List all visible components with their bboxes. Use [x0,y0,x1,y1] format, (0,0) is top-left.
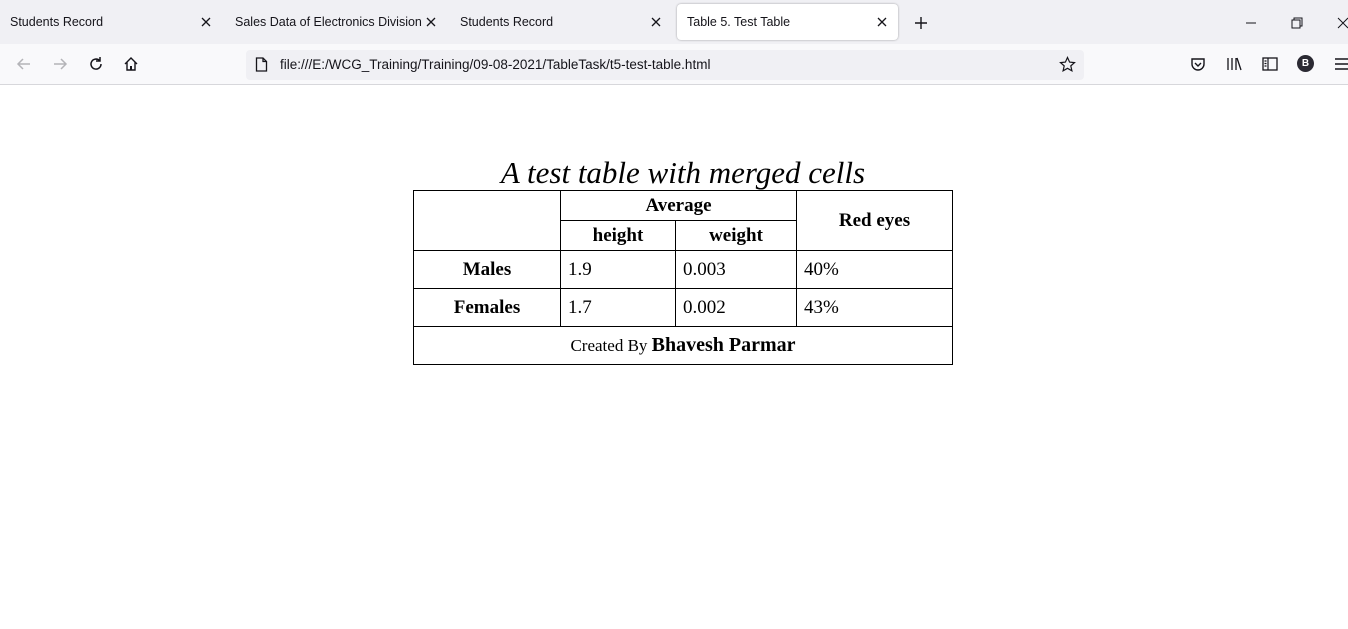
account-avatar[interactable]: B [1297,55,1314,72]
close-icon[interactable] [196,12,216,32]
home-icon[interactable] [120,53,142,75]
table-row: Females 1.7 0.002 43% [413,288,953,327]
restore-icon[interactable] [1286,12,1308,34]
table-caption: A test table with merged cells [500,155,866,190]
minimize-icon[interactable] [1240,12,1262,34]
back-arrow-icon[interactable] [13,53,35,75]
height-cell: 1.9 [560,250,676,289]
pocket-icon[interactable] [1187,53,1209,75]
average-header: Average [560,190,797,221]
footer-prefix: Created By [570,336,648,355]
tab-test-table[interactable]: Table 5. Test Table [677,4,898,40]
address-bar[interactable]: file:///E:/WCG_Training/Training/09-08-2… [246,50,1084,80]
sidebar-icon[interactable] [1259,53,1281,75]
page-file-icon [255,57,268,77]
row-label: Females [413,288,561,327]
table-row: Males 1.9 0.003 40% [413,250,953,289]
star-icon[interactable] [1059,56,1076,78]
red-eyes-cell: 43% [796,288,953,327]
tab-label: Students Record [10,15,104,29]
weight-cell: 0.003 [675,250,797,289]
tab-sales-data[interactable]: Sales Data of Electronics Division [225,4,447,40]
tab-label: Sales Data of Electronics Division [235,15,422,29]
author-name: Bhavesh Parmar [651,334,796,356]
close-window-icon[interactable] [1332,12,1348,34]
tab-students-record-2[interactable]: Students Record [450,4,672,40]
forward-arrow-icon[interactable] [49,53,71,75]
height-header: height [560,220,676,251]
footer-row: Created By Bhavesh Parmar [413,326,953,365]
test-table: Average Red eyes height weight Males 1.9… [413,190,953,365]
weight-cell: 0.002 [675,288,797,327]
red-eyes-cell: 40% [796,250,953,289]
row-label: Males [413,250,561,289]
weight-header: weight [675,220,797,251]
tab-label: Students Record [460,15,554,29]
height-cell: 1.7 [560,288,676,327]
empty-corner-cell [413,190,561,251]
close-icon[interactable] [646,12,666,32]
red-eyes-header: Red eyes [796,190,953,251]
url-text[interactable]: file:///E:/WCG_Training/Training/09-08-2… [280,57,710,72]
close-icon[interactable] [872,12,892,32]
new-tab-icon[interactable] [910,12,932,34]
tab-students-record-1[interactable]: Students Record [0,4,222,40]
tab-strip: Students Record Sales Data of Electronic… [0,0,1348,44]
menu-icon[interactable] [1331,53,1348,75]
reload-icon[interactable] [85,53,107,75]
navigation-toolbar: file:///E:/WCG_Training/Training/09-08-2… [0,44,1348,85]
tab-label: Table 5. Test Table [687,15,791,29]
close-icon[interactable] [421,12,441,32]
footer-cell: Created By Bhavesh Parmar [413,326,953,365]
header-row-1: Average Red eyes [413,190,953,251]
library-icon[interactable] [1223,53,1245,75]
page-content: A test table with merged cells Average R… [0,85,1348,629]
